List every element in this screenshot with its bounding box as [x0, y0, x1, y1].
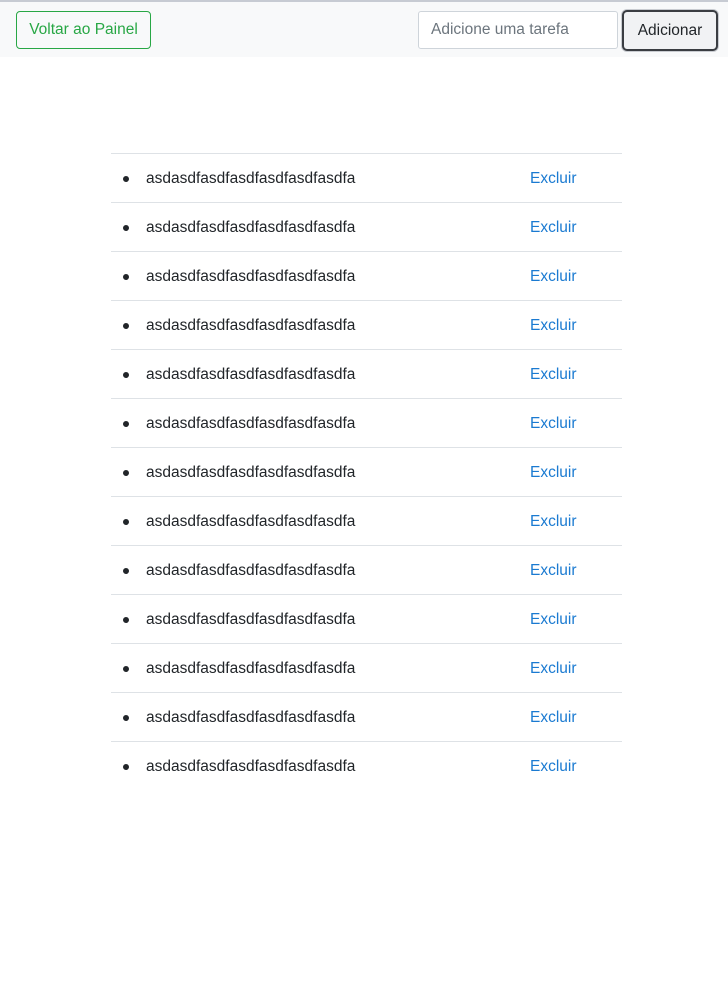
bullet-icon — [123, 666, 129, 672]
new-task-input[interactable] — [418, 11, 618, 49]
task-text: asdasdfasdfasdfasdfasdfasdfa — [146, 709, 356, 726]
task-text: asdasdfasdfasdfasdfasdfasdfa — [146, 611, 356, 628]
delete-task-link[interactable]: Excluir — [530, 448, 577, 498]
task-item: asdasdfasdfasdfasdfasdfasdfa Excluir — [111, 644, 622, 693]
task-text: asdasdfasdfasdfasdfasdfasdfa — [146, 415, 356, 432]
bullet-icon — [123, 568, 129, 574]
top-navbar: Voltar ao Painel Adicionar — [0, 2, 728, 57]
delete-task-link[interactable]: Excluir — [530, 546, 577, 596]
bullet-icon — [123, 225, 129, 231]
task-list: asdasdfasdfasdfasdfasdfasdfa Excluir asd… — [111, 153, 622, 790]
delete-task-link[interactable]: Excluir — [530, 350, 577, 400]
bullet-icon — [123, 274, 129, 280]
bullet-icon — [123, 470, 129, 476]
task-item: asdasdfasdfasdfasdfasdfasdfa Excluir — [111, 595, 622, 644]
task-item: asdasdfasdfasdfasdfasdfasdfa Excluir — [111, 448, 622, 497]
task-item: asdasdfasdfasdfasdfasdfasdfa Excluir — [111, 742, 622, 790]
bullet-icon — [123, 519, 129, 525]
task-text: asdasdfasdfasdfasdfasdfasdfa — [146, 170, 356, 187]
bullet-icon — [123, 764, 129, 770]
bullet-icon — [123, 421, 129, 427]
delete-task-link[interactable]: Excluir — [530, 497, 577, 547]
task-text: asdasdfasdfasdfasdfasdfasdfa — [146, 268, 356, 285]
delete-task-link[interactable]: Excluir — [530, 742, 577, 792]
task-item: asdasdfasdfasdfasdfasdfasdfa Excluir — [111, 399, 622, 448]
bullet-icon — [123, 617, 129, 623]
delete-task-link[interactable]: Excluir — [530, 644, 577, 694]
task-text: asdasdfasdfasdfasdfasdfasdfa — [146, 317, 356, 334]
task-text: asdasdfasdfasdfasdfasdfasdfa — [146, 219, 356, 236]
task-text: asdasdfasdfasdfasdfasdfasdfa — [146, 366, 356, 383]
task-item: asdasdfasdfasdfasdfasdfasdfa Excluir — [111, 301, 622, 350]
task-item: asdasdfasdfasdfasdfasdfasdfa Excluir — [111, 497, 622, 546]
bullet-icon — [123, 715, 129, 721]
bullet-icon — [123, 176, 129, 182]
task-item: asdasdfasdfasdfasdfasdfasdfa Excluir — [111, 693, 622, 742]
delete-task-link[interactable]: Excluir — [530, 693, 577, 743]
task-text: asdasdfasdfasdfasdfasdfasdfa — [146, 758, 356, 775]
delete-task-link[interactable]: Excluir — [530, 399, 577, 449]
task-item: asdasdfasdfasdfasdfasdfasdfa Excluir — [111, 350, 622, 399]
task-text: asdasdfasdfasdfasdfasdfasdfa — [146, 660, 356, 677]
delete-task-link[interactable]: Excluir — [530, 203, 577, 253]
task-item: asdasdfasdfasdfasdfasdfasdfa Excluir — [111, 154, 622, 203]
add-task-button[interactable]: Adicionar — [622, 10, 718, 51]
delete-task-link[interactable]: Excluir — [530, 154, 577, 204]
delete-task-link[interactable]: Excluir — [530, 252, 577, 302]
delete-task-link[interactable]: Excluir — [530, 595, 577, 645]
task-text: asdasdfasdfasdfasdfasdfasdfa — [146, 562, 356, 579]
task-text: asdasdfasdfasdfasdfasdfasdfa — [146, 464, 356, 481]
task-item: asdasdfasdfasdfasdfasdfasdfa Excluir — [111, 252, 622, 301]
bullet-icon — [123, 372, 129, 378]
task-item: asdasdfasdfasdfasdfasdfasdfa Excluir — [111, 546, 622, 595]
bullet-icon — [123, 323, 129, 329]
back-to-dashboard-button[interactable]: Voltar ao Painel — [16, 11, 151, 49]
delete-task-link[interactable]: Excluir — [530, 301, 577, 351]
task-text: asdasdfasdfasdfasdfasdfasdfa — [146, 513, 356, 530]
task-item: asdasdfasdfasdfasdfasdfasdfa Excluir — [111, 203, 622, 252]
